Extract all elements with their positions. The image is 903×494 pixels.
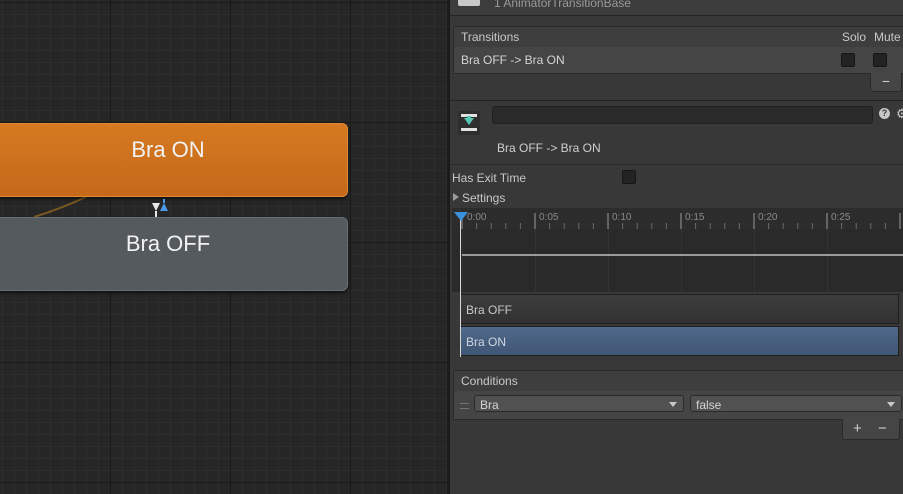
condition-value-dropdown[interactable]: false: [690, 395, 902, 412]
condition-row[interactable]: Bra false: [453, 391, 903, 420]
transition-row-label: Bra OFF -> Bra ON: [461, 53, 565, 67]
animator-graph[interactable]: Bra ON Bra OFF: [0, 0, 447, 494]
has-exit-time-label: Has Exit Time: [452, 171, 527, 185]
state-node-bra-off[interactable]: Bra OFF: [0, 217, 348, 291]
parameter-dropdown[interactable]: Bra: [474, 395, 684, 412]
state-node-label: Bra OFF: [125, 231, 211, 256]
transition-icon: [458, 111, 480, 135]
transitions-title: Transitions: [461, 30, 520, 44]
solo-header: Solo: [842, 30, 867, 44]
playhead[interactable]: [460, 217, 461, 357]
transition-arrows-icon[interactable]: [150, 199, 170, 217]
gear-icon[interactable]: ⚙: [896, 106, 903, 122]
chevron-down-icon: [669, 402, 677, 407]
transitions-list: Transitions Solo Mute Bra OFF -> Bra ON …: [453, 26, 903, 100]
destination-state-label: Bra ON: [466, 335, 507, 349]
has-exit-time-checkbox[interactable]: [622, 170, 636, 184]
tick-label: 0:00: [467, 212, 487, 223]
grid-line: [827, 229, 828, 292]
conditions-footer: + −: [842, 419, 900, 440]
transitions-header: Transitions Solo Mute: [453, 26, 903, 48]
tick-label: 0:05: [539, 212, 559, 223]
transition-curve: [33, 196, 87, 218]
grid-line: [535, 229, 536, 292]
add-condition-button[interactable]: +: [853, 419, 862, 438]
divider: [450, 100, 903, 101]
grid-line: [608, 229, 609, 292]
tick-label: 0:10: [612, 212, 632, 223]
state-node-label: Bra ON: [131, 137, 205, 162]
conditions-list: Conditions Bra false: [453, 370, 903, 420]
grid-line: [462, 229, 463, 292]
remove-condition-button[interactable]: −: [878, 419, 887, 438]
inspector-panel: 1 AnimatorTransitionBase Transitions Sol…: [450, 0, 903, 494]
playhead-marker-icon[interactable]: [454, 212, 468, 221]
mute-header: Mute: [874, 30, 901, 44]
transition-name-input[interactable]: [492, 106, 873, 124]
settings-foldout[interactable]: Settings: [462, 191, 505, 205]
divider: [450, 164, 903, 165]
inspector-header: 1 AnimatorTransitionBase: [450, 0, 903, 16]
help-icon[interactable]: ?: [879, 108, 890, 119]
solo-checkbox[interactable]: [841, 53, 855, 67]
remove-transition-button[interactable]: −: [870, 73, 902, 92]
timeline-area[interactable]: [452, 229, 903, 292]
state-node-bra-on[interactable]: Bra ON: [0, 123, 348, 197]
chevron-down-icon: [887, 402, 895, 407]
timeline-ruler[interactable]: 0:00 0:05 0:10 0:15 0:20 0:25: [452, 208, 903, 229]
conditions-title: Conditions: [461, 374, 518, 388]
mute-checkbox[interactable]: [873, 53, 887, 67]
conditions-header: Conditions: [453, 370, 903, 392]
destination-state-bar[interactable]: Bra ON: [460, 326, 899, 356]
parameter-value: Bra: [480, 398, 499, 412]
tick-label: 0:25: [831, 212, 851, 223]
grid-line: [754, 229, 755, 292]
grid-line: [681, 229, 682, 292]
transition-object-icon: [458, 0, 480, 6]
tick-label: 0:15: [685, 212, 705, 223]
drag-handle-icon[interactable]: [460, 403, 469, 409]
source-state-bar[interactable]: Bra OFF: [460, 294, 899, 324]
source-state-label: Bra OFF: [466, 303, 513, 317]
tick-label: 0:20: [758, 212, 778, 223]
transition-row[interactable]: Bra OFF -> Bra ON: [453, 47, 903, 74]
transition-subtitle: Bra OFF -> Bra ON: [497, 141, 601, 155]
transition-curve-line: [462, 254, 903, 256]
settings-foldout-icon[interactable]: [453, 193, 459, 201]
object-type-label: 1 AnimatorTransitionBase: [494, 0, 631, 10]
condition-value: false: [696, 398, 722, 412]
